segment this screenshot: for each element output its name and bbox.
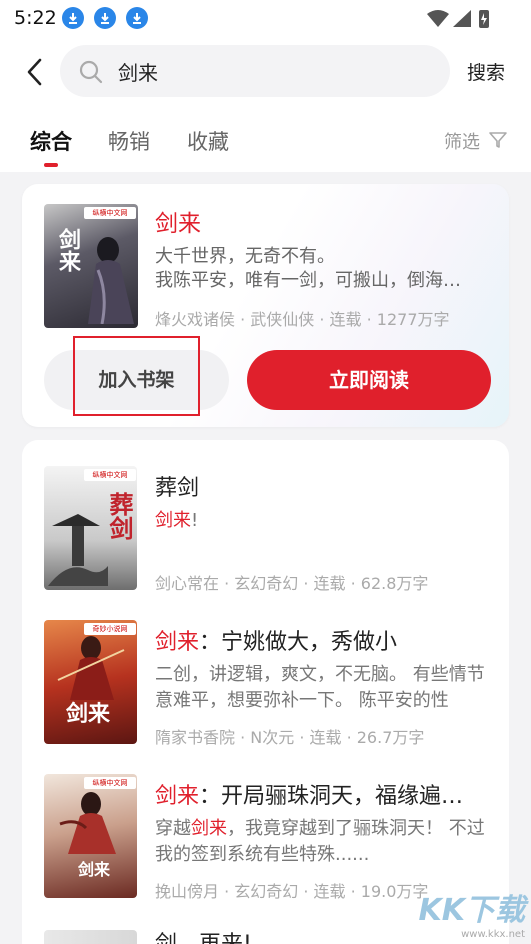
active-tab-indicator <box>44 163 58 167</box>
cover-title: 剑来 <box>78 860 111 879</box>
tab-bestseller[interactable]: 畅销 <box>108 126 150 156</box>
watermark-logo: KK下载 <box>418 893 526 928</box>
cover-publisher: 纵横中文网 <box>84 207 136 219</box>
status-icons <box>427 10 489 28</box>
cover-figure-illustration <box>59 792 116 854</box>
tab-comprehensive[interactable]: 综合 <box>30 126 72 156</box>
book-title[interactable]: 剑来：开局骊珠洞天，福缘遍… <box>155 778 463 810</box>
book-title[interactable]: 葬剑 <box>155 470 199 502</box>
back-button[interactable] <box>22 56 50 88</box>
book-title[interactable]: 剑来：宁姚做大，秀做小 <box>155 624 397 656</box>
book-description: 穿越剑来，我竟穿越到了骊珠洞天！ 不过我的签到系统有些特殊...... <box>155 818 485 865</box>
book-meta: 挽山傍月 · 玄幻奇幻 · 连载 · 19.0万字 <box>155 882 429 901</box>
cover-title: 剑来 <box>66 701 111 727</box>
highlight-annotation-box <box>73 336 200 416</box>
book-title[interactable]: 剑，再来! <box>155 926 252 944</box>
book-cover[interactable]: 奇妙小说网 剑来 <box>44 620 137 744</box>
list-item[interactable]: 奇妙小说网 剑来 剑来：宁姚做大，秀做小 二创，讲逻辑，爽文，不无脑。 有些情节… <box>44 620 489 760</box>
book-meta: 隋家书香院 · N次元 · 连载 · 26.7万字 <box>155 728 425 747</box>
book-description: 剑来! <box>155 510 199 531</box>
read-now-button[interactable]: 立即阅读 <box>247 350 491 410</box>
download-icon <box>94 7 116 29</box>
download-icon <box>62 7 84 29</box>
book-cover[interactable] <box>44 930 137 944</box>
book-cover[interactable]: 纵横中文网 剑来 <box>44 774 137 898</box>
filter-button[interactable]: 筛选 <box>444 128 480 154</box>
search-input[interactable] <box>118 58 418 84</box>
book-description: 二创，讲逻辑，爽文，不无脑。 有些情节意难平，想要弥补一下。 陈平安的性 <box>155 664 485 711</box>
cover-figure-illustration <box>57 636 125 700</box>
cover-publisher: 纵横中文网 <box>84 469 136 481</box>
book-description: 大千世界，无奇不有。 <box>155 246 335 267</box>
results-list: 纵横中文网 葬剑 葬剑 剑来! 剑心常在 · 玄幻奇幻 · 连载 · 62.8万… <box>22 440 509 944</box>
search-button[interactable]: 搜索 <box>467 58 505 85</box>
download-icon <box>126 7 148 29</box>
book-meta: 烽火戏诸侯 · 武侠仙侠 · 连载 · 1277万字 <box>155 310 450 329</box>
back-arrow-icon <box>27 58 42 86</box>
tab-favorites[interactable]: 收藏 <box>187 126 229 156</box>
watermark-url: www.kkx.net <box>461 929 525 940</box>
cover-figure-illustration <box>88 237 134 324</box>
book-cover[interactable]: 纵横中文网 剑来 <box>44 204 138 328</box>
signal-icon <box>453 10 471 27</box>
book-meta: 剑心常在 · 玄幻奇幻 · 连载 · 62.8万字 <box>155 574 429 593</box>
filter-icon[interactable] <box>488 130 508 150</box>
search-icon <box>78 59 104 89</box>
wifi-icon <box>427 10 449 27</box>
book-description: 我陈平安，唯有一剑，可搬山，倒海… <box>155 270 461 291</box>
watermark: KK下载 www.kkx.net <box>419 885 526 940</box>
status-bar: 5:22 <box>0 0 531 36</box>
status-time: 5:22 <box>14 7 57 29</box>
book-title[interactable]: 剑来 <box>155 204 201 238</box>
book-cover[interactable]: 纵横中文网 葬剑 <box>44 466 137 590</box>
list-item[interactable]: 纵横中文网 葬剑 葬剑 剑来! 剑心常在 · 玄幻奇幻 · 连载 · 62.8万… <box>44 466 489 606</box>
cover-figure-illustration <box>48 514 108 586</box>
header: 搜索 <box>0 36 531 106</box>
search-box[interactable] <box>60 45 450 97</box>
tab-bar: 综合 畅销 收藏 筛选 <box>0 106 531 172</box>
